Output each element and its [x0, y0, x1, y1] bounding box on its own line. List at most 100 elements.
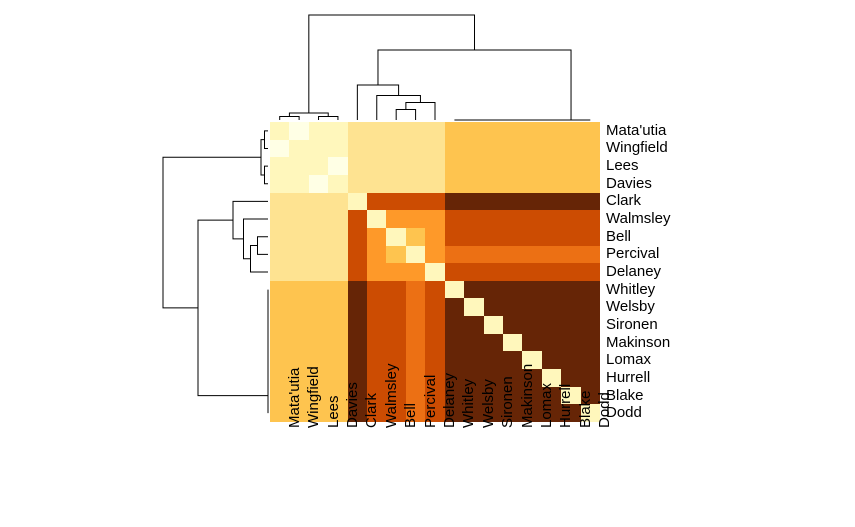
row-dendrogram: [163, 122, 268, 422]
heatmap-cell: [406, 351, 426, 369]
column-label: Clark: [364, 393, 379, 428]
heatmap-cell: [484, 316, 504, 334]
heatmap-cell: [309, 193, 329, 211]
heatmap-cell: [348, 157, 368, 175]
column-label: Dodd: [597, 392, 612, 428]
heatmap-cell: [348, 298, 368, 316]
heatmap-cell: [484, 122, 504, 140]
column-label: Whitley: [461, 379, 476, 428]
heatmap-cell: [425, 334, 445, 352]
heatmap-cell: [542, 140, 562, 158]
heatmap-cell: [406, 122, 426, 140]
heatmap-cell: [309, 122, 329, 140]
heatmap-cell: [328, 140, 348, 158]
heatmap-cell: [425, 228, 445, 246]
heatmap-cell: [464, 157, 484, 175]
heatmap-cell: [484, 246, 504, 264]
heatmap-cell: [542, 334, 562, 352]
heatmap-cell: [328, 210, 348, 228]
row-label: Clark: [606, 193, 641, 208]
heatmap-cell: [503, 281, 523, 299]
row-label: Lees: [606, 158, 639, 173]
heatmap-cell: [386, 140, 406, 158]
heatmap-cell: [270, 246, 290, 264]
heatmap-cell: [581, 246, 601, 264]
heatmap-cell: [367, 157, 387, 175]
heatmap-cell: [522, 298, 542, 316]
heatmap-cell: [270, 281, 290, 299]
row-label: Davies: [606, 176, 652, 191]
heatmap-cell: [581, 316, 601, 334]
column-label: Blake: [578, 390, 593, 428]
heatmap-cell: [464, 334, 484, 352]
heatmap-cell: [309, 334, 329, 352]
heatmap-cell: [348, 122, 368, 140]
heatmap-cell: [503, 193, 523, 211]
heatmap-cell: [348, 263, 368, 281]
heatmap-cell: [425, 298, 445, 316]
heatmap-cell: [581, 193, 601, 211]
heatmap-cell: [406, 334, 426, 352]
heatmap-cell: [503, 246, 523, 264]
heatmap-cell: [348, 351, 368, 369]
heatmap-cell: [561, 175, 581, 193]
heatmap-cell: [289, 140, 309, 158]
heatmap-cell: [348, 334, 368, 352]
heatmap-cell: [348, 140, 368, 158]
heatmap-cell: [542, 193, 562, 211]
heatmap-cell: [270, 263, 290, 281]
heatmap-cell: [522, 263, 542, 281]
heatmap-cell: [503, 316, 523, 334]
heatmap-cell: [309, 281, 329, 299]
heatmap-cell: [425, 193, 445, 211]
heatmap-cell: [367, 263, 387, 281]
heatmap-cell: [484, 281, 504, 299]
heatmap-cell: [406, 228, 426, 246]
heatmap-cell: [425, 351, 445, 369]
heatmap-cell: [445, 122, 465, 140]
heatmap-cell: [542, 263, 562, 281]
heatmap-cell: [425, 175, 445, 193]
heatmap-cell: [464, 193, 484, 211]
heatmap-cell: [464, 316, 484, 334]
heatmap-cell: [289, 210, 309, 228]
heatmap-cell: [348, 175, 368, 193]
heatmap-cell: [464, 140, 484, 158]
column-label: Walmsley: [384, 364, 399, 428]
heatmap-cell: [561, 210, 581, 228]
heatmap-cell: [522, 316, 542, 334]
column-label: Mata'utia: [287, 368, 302, 428]
row-label: Sironen: [606, 317, 658, 332]
row-label: Whitley: [606, 282, 655, 297]
heatmap-cell: [348, 246, 368, 264]
heatmap-cell: [270, 210, 290, 228]
heatmap-cell: [309, 316, 329, 334]
row-label: Mata'utia: [606, 123, 666, 138]
heatmap-cell: [503, 228, 523, 246]
heatmap-cell: [406, 281, 426, 299]
column-label: Delaney: [442, 373, 457, 428]
heatmap-cell: [542, 316, 562, 334]
heatmap-cell: [445, 210, 465, 228]
heatmap-cell: [386, 263, 406, 281]
heatmap-cell: [367, 246, 387, 264]
heatmap-cell: [561, 316, 581, 334]
heatmap-cell: [503, 334, 523, 352]
heatmap-cell: [406, 210, 426, 228]
heatmap-cell: [289, 175, 309, 193]
heatmap-cell: [328, 193, 348, 211]
heatmap-cell: [484, 334, 504, 352]
heatmap-cell: [581, 263, 601, 281]
heatmap-cell: [561, 334, 581, 352]
heatmap-cell: [522, 122, 542, 140]
heatmap-cell: [328, 263, 348, 281]
heatmap-cell: [484, 157, 504, 175]
row-label: Delaney: [606, 264, 661, 279]
heatmap-cell: [309, 228, 329, 246]
heatmap-cell: [425, 281, 445, 299]
heatmap-cell: [270, 157, 290, 175]
heatmap-cell: [445, 175, 465, 193]
heatmap-cell: [328, 157, 348, 175]
heatmap-cell: [386, 175, 406, 193]
heatmap-cell: [484, 140, 504, 158]
